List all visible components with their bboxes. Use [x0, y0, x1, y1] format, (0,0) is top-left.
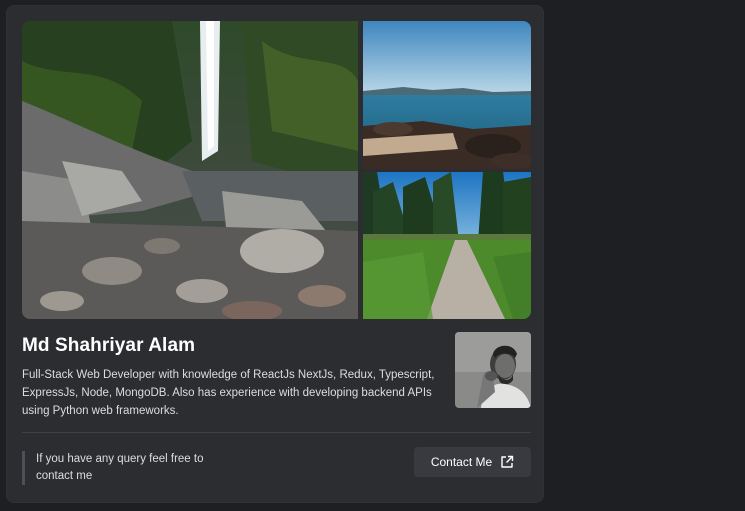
contact-me-button[interactable]: Contact Me — [414, 447, 531, 477]
profile-bio: Full-Stack Web Developer with knowledge … — [22, 369, 435, 417]
gallery-image-waterfall[interactable] — [22, 21, 358, 319]
external-link-icon — [501, 455, 514, 468]
divider — [22, 432, 531, 433]
profile-card: Md Shahriyar Alam Full-Stack Web Develop… — [6, 5, 544, 503]
query-note: If you have any query feel free to conta… — [22, 451, 232, 485]
gallery-image-coast[interactable] — [363, 21, 531, 169]
avatar[interactable] — [455, 332, 531, 408]
gallery-image-forest-path[interactable] — [363, 172, 531, 319]
image-gallery — [22, 21, 531, 319]
contact-me-label: Contact Me — [430, 455, 493, 469]
profile-name: Md Shahriyar Alam — [22, 335, 196, 356]
